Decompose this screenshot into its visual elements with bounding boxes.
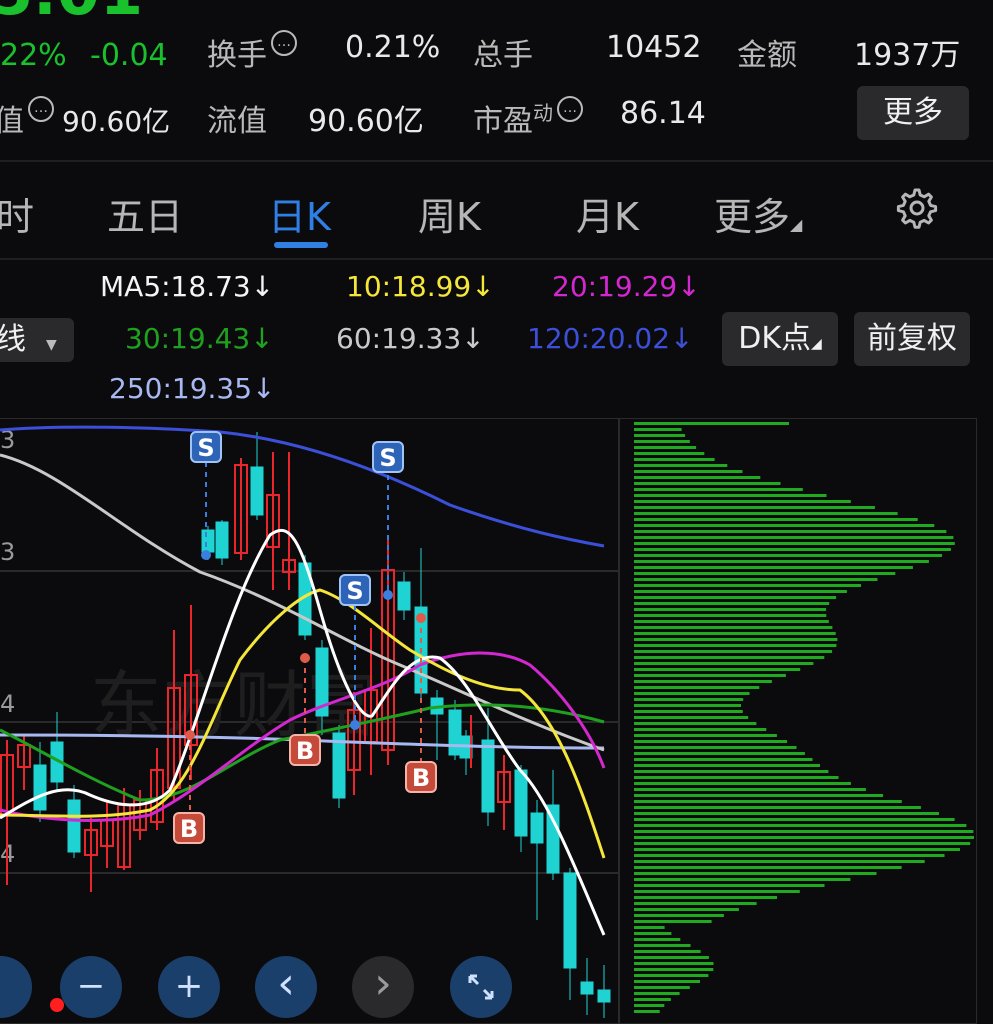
float-value: 90.60亿 <box>308 104 424 139</box>
tab-monthly-k[interactable]: 月K <box>576 186 639 241</box>
volume-profile-chart <box>618 418 977 1024</box>
triangle-down-icon: ▼ <box>46 337 57 353</box>
turnover-value: 0.21% <box>345 30 441 65</box>
scroll-left-button[interactable]: ‹ <box>255 956 317 1018</box>
ma120-label: 120:20.02↓ <box>527 322 694 355</box>
zoom-in-button[interactable]: + <box>158 956 220 1018</box>
dk-point-button[interactable]: DK点◢ <box>722 312 838 366</box>
ma10-label: 10:18.99↓ <box>346 270 495 303</box>
zoom-out-button[interactable]: − <box>60 956 122 1018</box>
ma60-label: 60:19.33↓ <box>336 322 485 355</box>
fullscreen-button[interactable] <box>450 956 512 1018</box>
expand-icon <box>468 974 494 1000</box>
ma5-label: MA5:18.73↓ <box>100 270 275 303</box>
divider <box>0 258 993 260</box>
kline-chart[interactable] <box>0 418 620 1024</box>
pe-label: 市盈动… <box>473 96 583 140</box>
turnover-label: 换手… <box>207 30 297 74</box>
scroll-right-button[interactable]: › <box>352 956 414 1018</box>
volume-value: 10452 <box>606 30 702 65</box>
amount-value: 1937万 <box>854 38 961 73</box>
ma20-label: 20:19.29↓ <box>552 270 701 303</box>
volume-label: 总手 <box>473 38 533 73</box>
active-tab-indicator <box>274 242 328 248</box>
tab-daily-k[interactable]: 日K <box>268 186 331 241</box>
amount-label: 金额 <box>737 38 797 73</box>
period-tabs: 时 五日 日K 周K 月K 更多◢ <box>0 162 993 258</box>
ma250-label: 250:19.35↓ <box>109 372 276 405</box>
tab-more[interactable]: 更多◢ <box>714 186 802 241</box>
settings-gear-icon[interactable] <box>891 184 939 232</box>
more-button[interactable]: 更多 <box>857 86 969 140</box>
float-label: 流值 <box>207 104 267 139</box>
pe-value: 86.14 <box>620 96 706 131</box>
tab-five-day[interactable]: 五日 <box>107 186 183 241</box>
change-percent: 22% <box>0 38 67 73</box>
info-icon[interactable]: … <box>271 30 297 56</box>
dropdown-corner-icon: ◢ <box>790 215 803 234</box>
header-quote: 5.01 22% -0.04 换手… 0.21% 总手 10452 金额 193… <box>0 0 993 160</box>
dropdown-corner-icon: ◢ <box>811 336 822 352</box>
adjust-fq-button[interactable]: 前复权 <box>854 312 970 366</box>
tab-weekly-k[interactable]: 周K <box>418 186 481 241</box>
ma30-label: 30:19.43↓ <box>125 322 274 355</box>
info-icon[interactable]: … <box>557 96 583 122</box>
mktcap-label: 值… <box>0 96 54 140</box>
mktcap-value: 90.60亿 <box>62 105 171 138</box>
red-dot-indicator <box>50 998 64 1012</box>
ma-legend: 线 ▼ MA5:18.73↓ 10:18.99↓ 20:19.29↓ 30:19.… <box>0 262 993 412</box>
price-value: 5.01 <box>0 0 143 29</box>
change-value: -0.04 <box>90 38 168 73</box>
line-type-select[interactable]: 线 ▼ <box>0 318 74 362</box>
info-icon[interactable]: … <box>28 96 54 122</box>
tab-minute[interactable]: 时 <box>0 186 34 241</box>
